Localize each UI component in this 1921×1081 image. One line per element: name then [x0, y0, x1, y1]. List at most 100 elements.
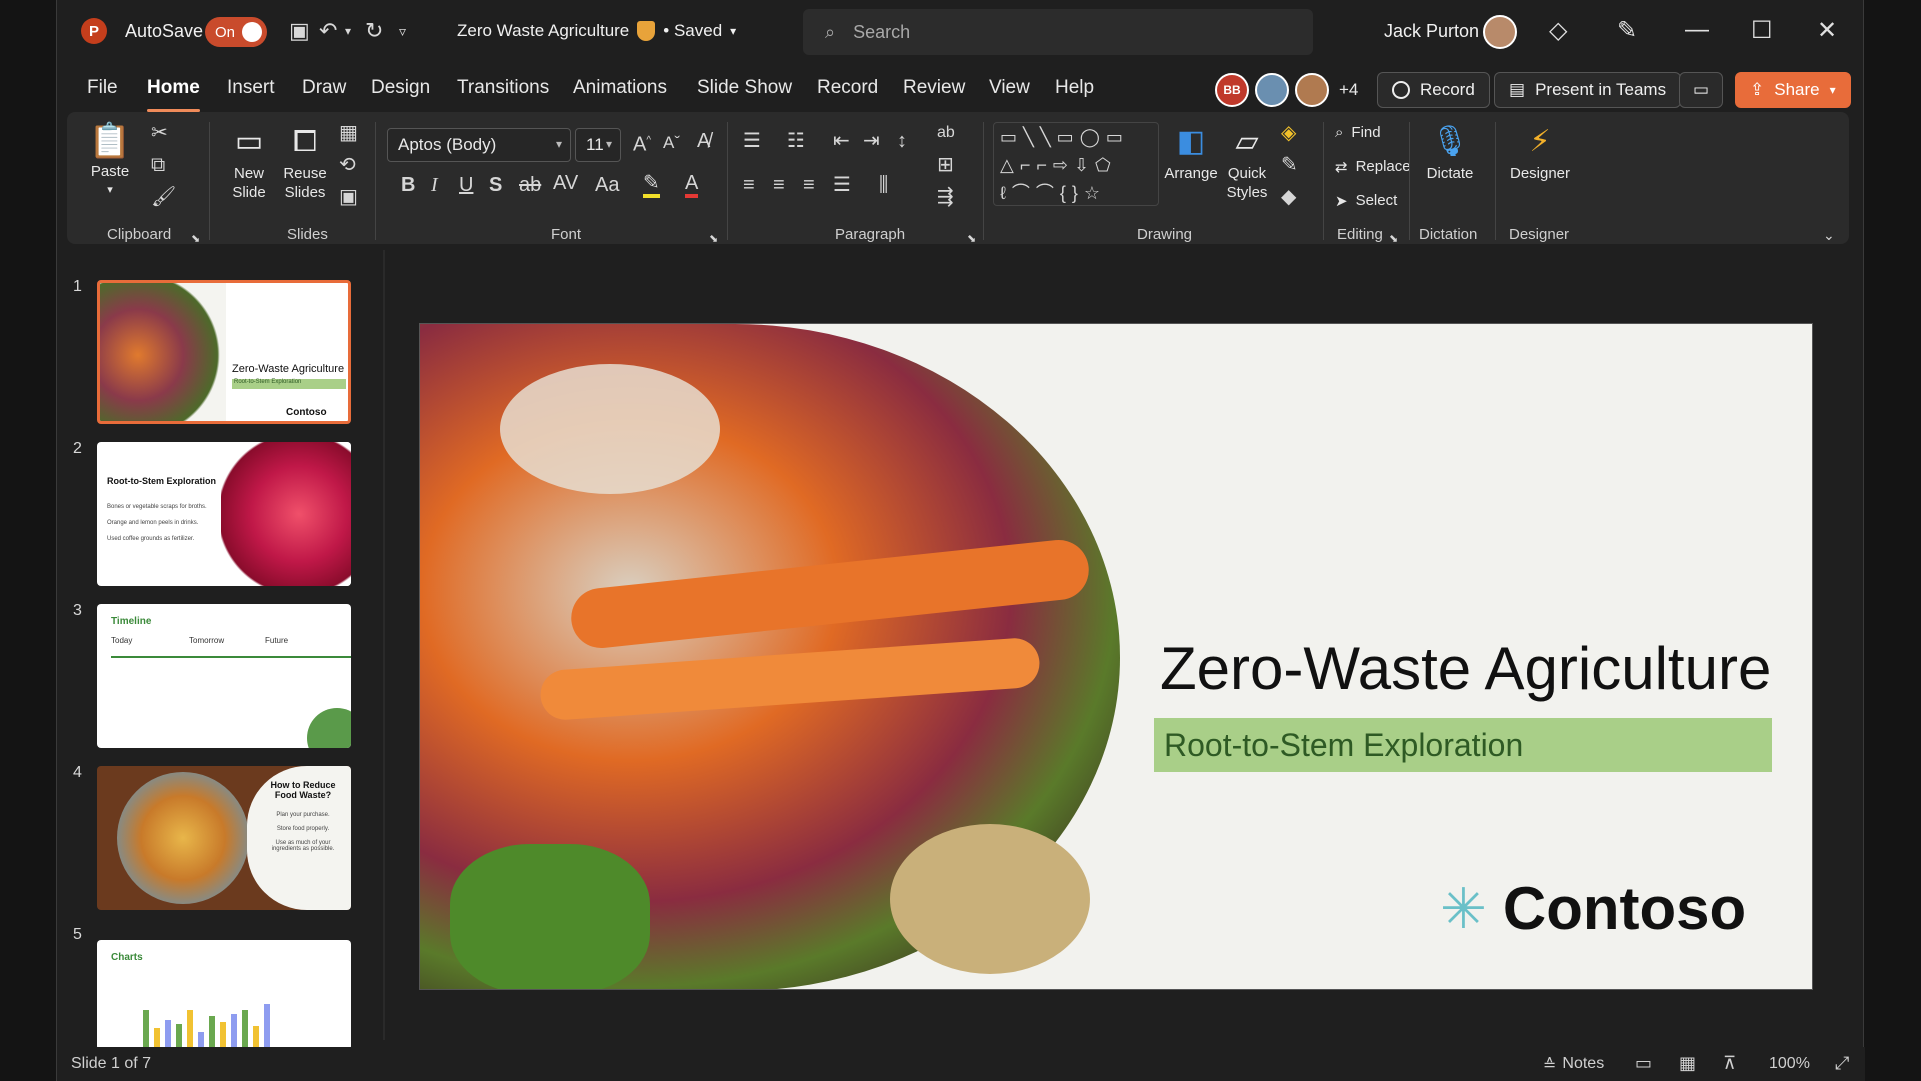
tab-transitions[interactable]: Transitions: [457, 77, 549, 99]
presenter-view-icon[interactable]: ⊼: [1723, 1053, 1736, 1074]
normal-view-icon[interactable]: ▭: [1635, 1053, 1652, 1074]
slide-canvas[interactable]: Zero-Waste Agriculture Root-to-Stem Expl…: [419, 323, 1813, 990]
find-button[interactable]: ⌕ Find: [1335, 124, 1381, 141]
slide-sorter-icon[interactable]: ▦: [1679, 1053, 1696, 1074]
justify-icon[interactable]: ☰: [833, 174, 851, 196]
shapes-gallery[interactable]: ▭╲╲▭◯▭ △⌐⌐⇨⇩⬠ ℓ⌒⌒{}☆: [993, 122, 1159, 206]
reset-icon[interactable]: ⟲: [339, 154, 356, 176]
replace-button[interactable]: ⇄ Replace: [1335, 158, 1411, 176]
tab-help[interactable]: Help: [1055, 77, 1094, 99]
font-color-icon[interactable]: A: [685, 172, 699, 198]
tab-record[interactable]: Record: [817, 77, 878, 99]
maximize-icon[interactable]: ☐: [1751, 16, 1773, 45]
format-painter-icon[interactable]: 🖌: [151, 186, 176, 208]
collaborator-avatar[interactable]: [1295, 73, 1329, 107]
record-button[interactable]: Record: [1377, 72, 1490, 108]
copy-icon[interactable]: ⧉: [151, 154, 165, 176]
collaborator-avatar[interactable]: [1255, 73, 1289, 107]
shape-outline-icon[interactable]: ✎: [1281, 154, 1298, 176]
slide-thumbnail-5[interactable]: Charts: [97, 940, 351, 1047]
bullets-icon[interactable]: ☰: [743, 130, 761, 152]
align-text-icon[interactable]: ⊞: [937, 154, 954, 176]
paste-button[interactable]: 📋 Paste ▾: [83, 120, 137, 200]
change-case-icon[interactable]: Aa: [595, 174, 619, 196]
tab-insert[interactable]: Insert: [227, 77, 275, 99]
strikethrough-icon[interactable]: ab: [519, 174, 541, 196]
shape-fill-icon[interactable]: ◈: [1281, 122, 1296, 144]
slide-title[interactable]: Zero-Waste Agriculture: [1160, 634, 1771, 703]
underline-icon[interactable]: U: [459, 174, 473, 196]
redo-icon[interactable]: ↻: [365, 18, 383, 44]
comments-button[interactable]: ▭: [1679, 72, 1723, 108]
save-icon[interactable]: ▣: [289, 18, 310, 44]
user-avatar[interactable]: [1483, 15, 1517, 49]
slide-thumbnail-3[interactable]: Timeline Today Tomorrow Future: [97, 604, 351, 748]
tab-file[interactable]: File: [87, 77, 118, 99]
grow-font-icon[interactable]: A^: [633, 130, 651, 156]
slide-subtitle[interactable]: Root-to-Stem Exploration: [1154, 718, 1772, 772]
section-icon[interactable]: ▣: [339, 186, 358, 208]
bold-icon[interactable]: B: [401, 174, 415, 196]
collaborator-avatar[interactable]: BB: [1215, 73, 1249, 107]
highlight-icon[interactable]: ✎: [643, 172, 660, 198]
quick-styles-button[interactable]: ▱ Quick Styles: [1219, 120, 1275, 202]
increase-indent-icon[interactable]: ⇥: [863, 130, 880, 152]
clear-formatting-icon[interactable]: A̸: [697, 130, 710, 152]
font-size-select[interactable]: 11 ▾: [575, 128, 621, 162]
slide-thumbnail-2[interactable]: Root-to-Stem Exploration Bones or vegeta…: [97, 442, 351, 586]
tab-design[interactable]: Design: [371, 77, 430, 99]
shape-effects-icon[interactable]: ◆: [1281, 186, 1296, 208]
reuse-slides-button[interactable]: ⧠ Reuse Slides: [279, 120, 331, 202]
align-center-icon[interactable]: ≡: [773, 174, 785, 196]
premium-diamond-icon[interactable]: ◇: [1549, 16, 1567, 45]
layout-icon[interactable]: ▦: [339, 122, 358, 144]
select-button[interactable]: ➤ Select: [1335, 192, 1397, 210]
document-title[interactable]: Zero Waste Agriculture • Saved ▾: [457, 21, 736, 41]
decrease-indent-icon[interactable]: ⇤: [833, 130, 850, 152]
character-spacing-icon[interactable]: AV: [553, 172, 578, 194]
cut-icon[interactable]: ✂: [151, 122, 168, 144]
line-spacing-icon[interactable]: ↕: [897, 130, 907, 152]
fit-to-window-icon[interactable]: ⤢: [1835, 1053, 1849, 1074]
tab-view[interactable]: View: [989, 77, 1030, 99]
pen-icon[interactable]: ✎: [1617, 16, 1637, 45]
share-button[interactable]: ⇪ Share ▾: [1735, 72, 1851, 108]
undo-dropdown-icon[interactable]: ▾: [345, 18, 351, 44]
zoom-level[interactable]: 100%: [1769, 1055, 1810, 1073]
shrink-font-icon[interactable]: Aˇ: [663, 132, 680, 154]
shadow-icon[interactable]: S: [489, 174, 502, 196]
panel-splitter[interactable]: [383, 250, 385, 1040]
dialog-launcher-icon[interactable]: ⬊: [1389, 228, 1398, 250]
slide-thumbnail-1[interactable]: Zero-Waste Agriculture Root-to-Stem Expl…: [97, 280, 351, 424]
tab-slide-show[interactable]: Slide Show: [697, 77, 792, 99]
notes-button[interactable]: ≙ Notes: [1543, 1055, 1604, 1075]
columns-icon[interactable]: ⫼: [879, 174, 888, 196]
text-direction-icon[interactable]: ab: [937, 122, 955, 144]
ribbon-collapse-icon[interactable]: ⌄: [1823, 224, 1835, 246]
tab-home[interactable]: Home: [147, 77, 200, 112]
search-box[interactable]: ⌕ Search: [803, 9, 1313, 55]
tab-review[interactable]: Review: [903, 77, 965, 99]
slide-thumbnail-4[interactable]: How to Reduce Food Waste? Plan your purc…: [97, 766, 351, 910]
tab-draw[interactable]: Draw: [302, 77, 346, 99]
minimize-icon[interactable]: —: [1685, 16, 1709, 44]
dialog-launcher-icon[interactable]: ⬊: [709, 228, 718, 250]
align-right-icon[interactable]: ≡: [803, 174, 815, 196]
tab-animations[interactable]: Animations: [573, 77, 667, 99]
undo-icon[interactable]: ↶: [319, 18, 337, 44]
smartart-icon[interactable]: ⇶: [937, 186, 954, 208]
brand-logo[interactable]: ✳ Contoso: [1440, 874, 1746, 943]
present-in-teams-button[interactable]: ▤ Present in Teams: [1494, 72, 1682, 108]
align-left-icon[interactable]: ≡: [743, 174, 755, 196]
designer-button[interactable]: ⚡ Designer: [1507, 120, 1573, 183]
dictate-button[interactable]: 🎙 Dictate: [1419, 120, 1481, 183]
new-slide-button[interactable]: ▭ New Slide: [223, 120, 275, 202]
font-family-select[interactable]: Aptos (Body) ▾: [387, 128, 571, 162]
dialog-launcher-icon[interactable]: ⬊: [967, 228, 976, 250]
customize-toolbar-icon[interactable]: ▿: [399, 18, 406, 44]
close-icon[interactable]: ✕: [1817, 16, 1837, 45]
numbering-icon[interactable]: ☷: [787, 130, 805, 152]
italic-icon[interactable]: I: [431, 174, 438, 196]
collaborators-more[interactable]: +4: [1339, 80, 1358, 100]
arrange-button[interactable]: ◧ Arrange: [1163, 120, 1219, 183]
